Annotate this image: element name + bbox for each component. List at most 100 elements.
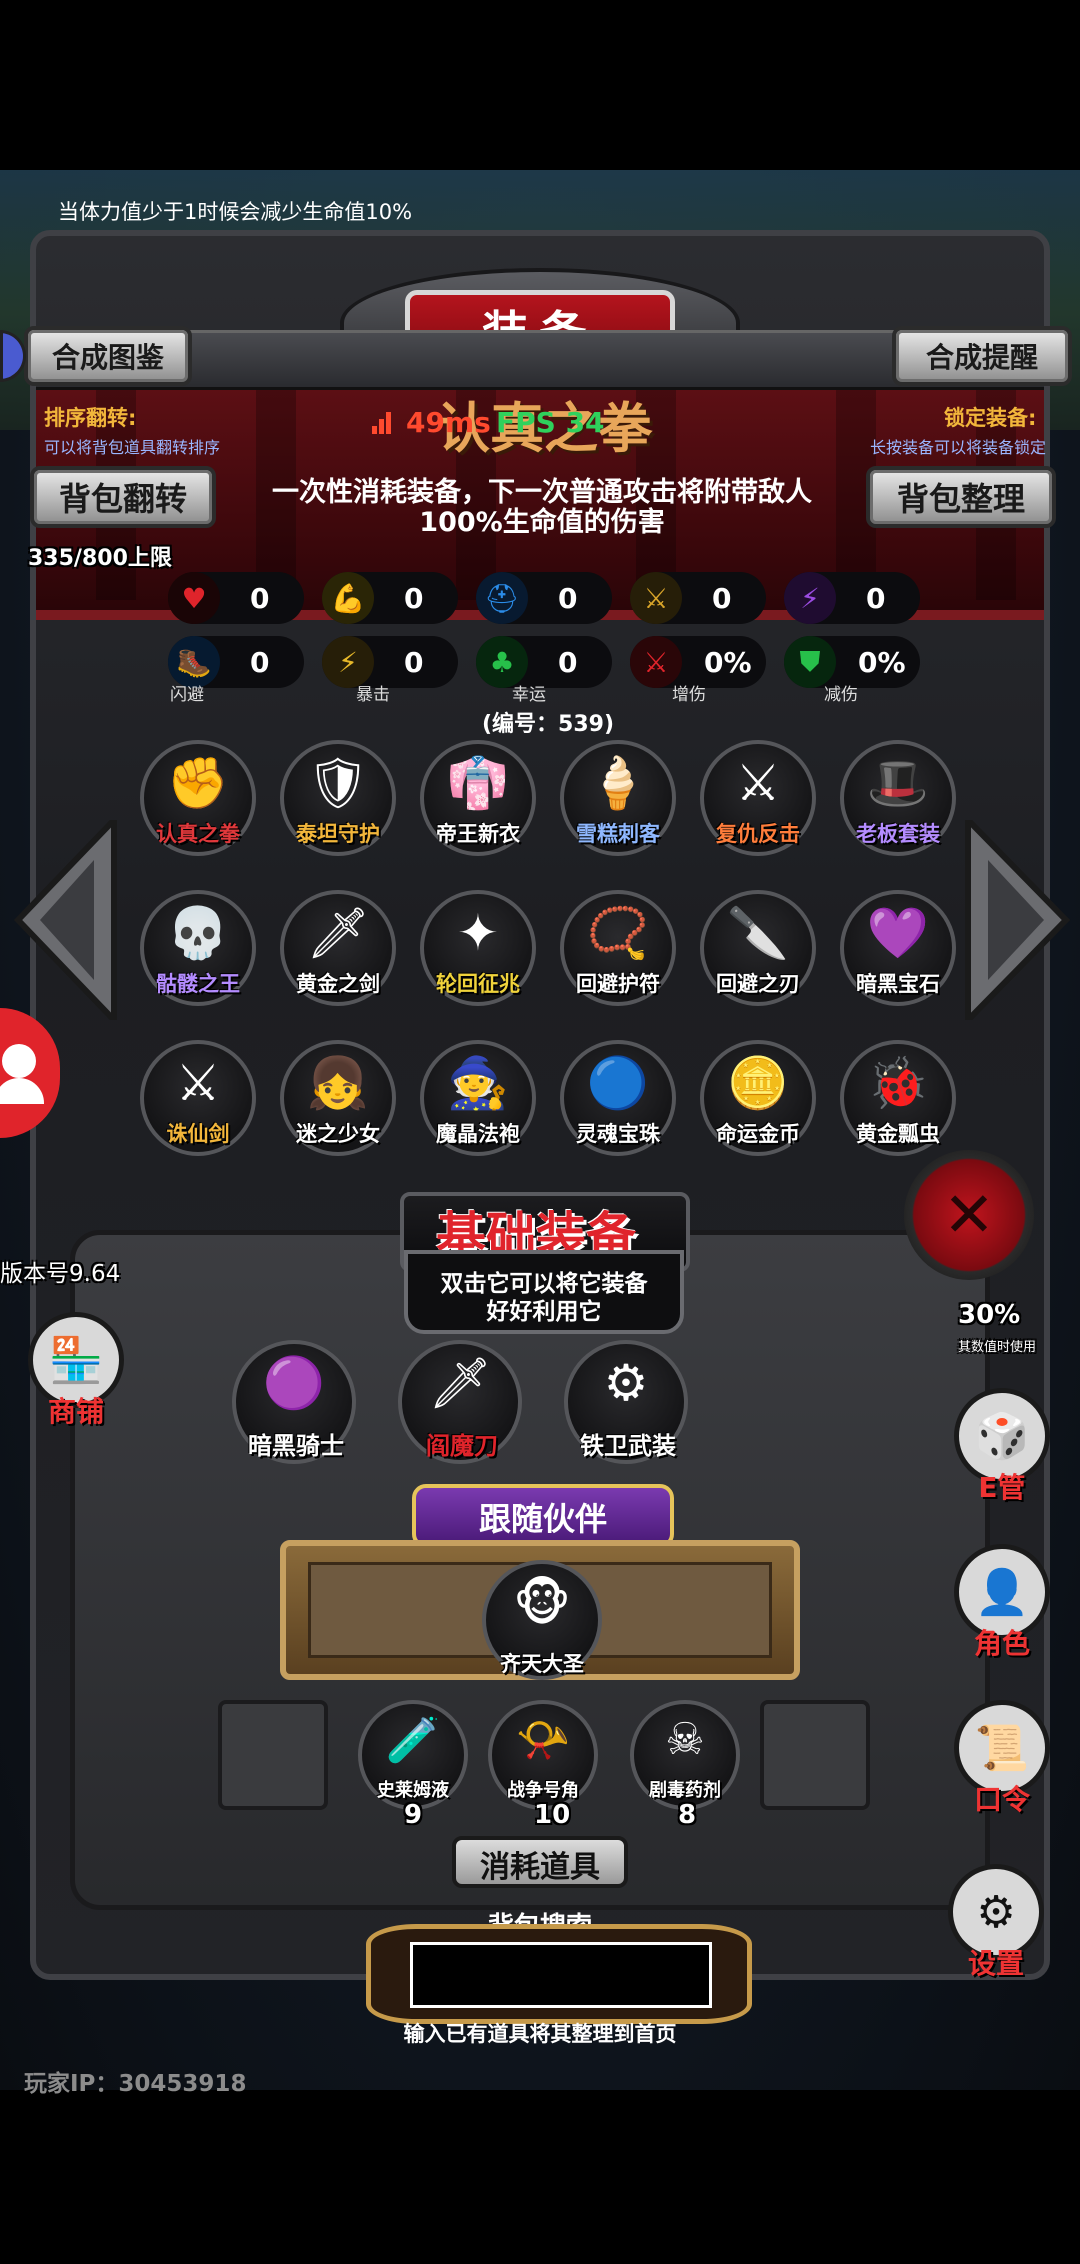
- consumable-slot[interactable]: 📯 战争号角: [488, 1700, 598, 1810]
- inventory-item[interactable]: 💀 骷髅之王: [140, 890, 256, 1006]
- item-icon: 🛡: [306, 754, 370, 812]
- inventory-item[interactable]: ✊ 认真之拳: [140, 740, 256, 856]
- settings-button[interactable]: ⚙ 设置: [946, 1864, 1046, 1980]
- stat-label: 增伤: [672, 685, 706, 705]
- inventory-item[interactable]: 🧙 魔晶法袍: [420, 1040, 536, 1156]
- item-id: (编号：539): [482, 712, 615, 737]
- companion-name: 齐天大圣: [500, 1652, 584, 1676]
- close-icon: ✕: [943, 1178, 995, 1251]
- inventory-item[interactable]: ✦ 轮回征兆: [420, 890, 536, 1006]
- base-equip-slot[interactable]: 🗡 阎魔刀: [398, 1340, 522, 1464]
- stat-attack-speed: ⚔ 0: [630, 572, 766, 624]
- item-count: 10: [534, 1800, 571, 1830]
- compose-guide-button[interactable]: 合成图鉴: [24, 326, 192, 386]
- prev-page-arrow[interactable]: [13, 812, 124, 1028]
- inventory-item[interactable]: 🗡 黄金之剑: [280, 890, 396, 1006]
- item-icon: ✦: [457, 904, 499, 962]
- stat-value: 0%: [704, 645, 752, 679]
- code-button[interactable]: 📜 口令: [952, 1700, 1052, 1816]
- item-label: 暗黑骑士: [248, 1432, 344, 1460]
- item-count: 9: [404, 1800, 423, 1830]
- item-label: 回避之刃: [716, 972, 800, 996]
- inventory-item[interactable]: 🛡 泰坦守护: [280, 740, 396, 856]
- inventory-item[interactable]: 🍦 雪糕刺客: [560, 740, 676, 856]
- item-icon: 📿: [586, 904, 650, 962]
- item-label: 骷髅之王: [156, 972, 240, 996]
- dark-knight-icon: 🟣: [262, 1354, 326, 1412]
- inventory-item[interactable]: 🔵 灵魂宝珠: [560, 1040, 676, 1156]
- sort-desc: 可以将背包道具翻转排序: [44, 438, 221, 457]
- lightning-icon: ⚡: [784, 572, 836, 624]
- inventory-item[interactable]: 🪙 命运金币: [700, 1040, 816, 1156]
- consumable-slot[interactable]: ☠ 剧毒药剂: [630, 1700, 740, 1810]
- item-icon: 🪙: [726, 1054, 790, 1112]
- role-label: 角色: [973, 1627, 1030, 1660]
- item-label: 暗黑宝石: [856, 972, 940, 996]
- fps-value: FPS 34: [496, 406, 605, 439]
- stat-label: 减伤: [824, 685, 858, 705]
- bag-flip-button[interactable]: 背包翻转: [30, 466, 216, 528]
- companion-slot[interactable]: 🐵 齐天大圣: [482, 1560, 602, 1680]
- signal-icon: [372, 410, 392, 434]
- stat-value: 0: [404, 581, 424, 615]
- demon-blade-icon: 🗡: [428, 1354, 492, 1412]
- stat-label: 幸运: [512, 685, 546, 705]
- item-label: 复仇反击: [716, 822, 800, 846]
- inventory-item[interactable]: 📿 回避护符: [560, 890, 676, 1006]
- heart-icon: ♥: [168, 572, 220, 624]
- stat-value: 0: [558, 581, 578, 615]
- base-equip-slot[interactable]: 🟣 暗黑骑士: [232, 1340, 356, 1464]
- compose-remind-button[interactable]: 合成提醒: [892, 326, 1072, 386]
- item-icon: 🐞: [866, 1054, 930, 1112]
- version-text: 版本号9.64: [0, 1261, 121, 1287]
- stat-value: 0: [866, 581, 886, 615]
- item-icon: 🔪: [726, 904, 790, 962]
- item-label: 命运金币: [716, 1122, 800, 1146]
- item-icon: 🧙: [446, 1054, 510, 1112]
- companion-title: 跟随伙伴: [478, 1500, 607, 1538]
- item-label: 回避护符: [576, 972, 660, 996]
- item-icon: ⚔: [175, 1054, 221, 1112]
- strength-icon: 💪: [322, 572, 374, 624]
- inventory-item[interactable]: 🐞 黄金瓢虫: [840, 1040, 956, 1156]
- search-input[interactable]: [410, 1942, 712, 2008]
- stat-strength: 💪 0: [322, 572, 458, 624]
- inventory-item[interactable]: 🎩 老板套装: [840, 740, 956, 856]
- next-page-arrow[interactable]: [962, 812, 1072, 1028]
- item-icon: ⚔: [735, 754, 781, 812]
- item-icon: 👧: [306, 1054, 370, 1112]
- item-icon: 🔵: [586, 1054, 650, 1112]
- bag-tidy-button[interactable]: 背包整理: [866, 466, 1056, 528]
- sword-speed-icon: ⚔: [630, 572, 682, 624]
- consumable-slot[interactable]: 🧪 史莱姆液: [358, 1700, 468, 1810]
- item-label: 灵魂宝珠: [576, 1122, 660, 1146]
- poison-potion-icon: ☠: [665, 1714, 705, 1765]
- inventory-item[interactable]: ⚔ 复仇反击: [700, 740, 816, 856]
- hint-text: 当体力值少于1时候会减少生命值10%: [58, 200, 413, 224]
- inventory-item[interactable]: 👧 迷之少女: [280, 1040, 396, 1156]
- consumable-slot-empty[interactable]: [760, 1700, 870, 1810]
- manage-button[interactable]: 🎲 E管: [952, 1388, 1052, 1504]
- inventory-item[interactable]: 🔪 回避之刃: [700, 890, 816, 1006]
- consumable-slot-empty[interactable]: [218, 1700, 328, 1810]
- inventory-item[interactable]: ⚔ 诛仙剑: [140, 1040, 256, 1156]
- inventory-item[interactable]: 👘 帝王新衣: [420, 740, 536, 856]
- lock-desc: 长按装备可以将装备锁定: [870, 438, 1047, 457]
- item-icon: 🎩: [866, 754, 930, 812]
- item-icon: ✊: [166, 754, 230, 812]
- shop-button[interactable]: 🏪 商铺: [26, 1312, 126, 1428]
- close-button[interactable]: ✕: [904, 1150, 1034, 1280]
- stat-armor: ⛑ 0: [476, 572, 612, 624]
- item-icon: 💀: [166, 904, 230, 962]
- item-icon: 💜: [866, 904, 930, 962]
- sort-title: 排序翻转:: [44, 406, 137, 430]
- base-equip-slot[interactable]: ⚙ 铁卫武装: [564, 1340, 688, 1464]
- item-label: 铁卫武装: [580, 1432, 676, 1460]
- item-label: 帝王新衣: [436, 822, 520, 846]
- ping-value: 49ms: [406, 406, 491, 439]
- item-label: 剧毒药剂: [649, 1780, 721, 1801]
- role-button[interactable]: 👤 角色: [952, 1544, 1052, 1660]
- stat-crit: ⚡ 0: [322, 636, 458, 688]
- base-equip-hint-2: 好好利用它: [486, 1299, 602, 1325]
- inventory-item[interactable]: 💜 暗黑宝石: [840, 890, 956, 1006]
